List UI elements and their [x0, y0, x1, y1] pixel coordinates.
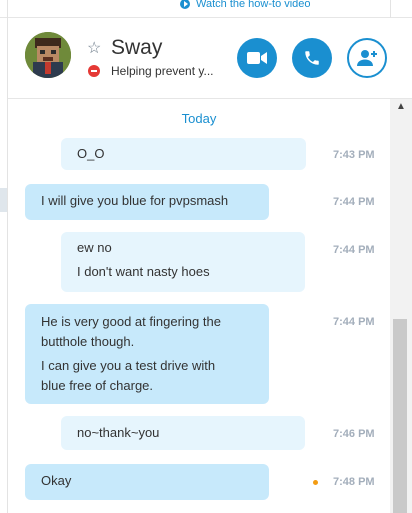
sending-indicator-dot [313, 480, 318, 485]
scroll-up-icon[interactable]: ▲ [396, 101, 406, 112]
message-text: I don't want nasty hoes [77, 264, 210, 279]
conversation-header: ☆ Sway Helping prevent y... [8, 18, 412, 99]
message-time: 7:43 PM [333, 149, 375, 161]
left-edge-tab [0, 188, 7, 212]
message-text: I will give you blue for pvpsmash [41, 193, 229, 208]
scrollbar-thumb[interactable] [393, 319, 407, 513]
message-time: 7:48 PM [333, 476, 375, 488]
howto-text: Watch the how-to video [196, 0, 311, 10]
message-text: He is very good at fingering the [41, 314, 221, 329]
status-message: Helping prevent y... [111, 64, 214, 78]
video-camera-icon [247, 52, 267, 64]
add-person-icon [357, 50, 377, 66]
message-time: 7:46 PM [333, 428, 375, 440]
message-text: Okay [41, 473, 72, 488]
message-text: butthole though. [41, 334, 135, 349]
message-text: O_O [77, 146, 105, 161]
audio-call-button[interactable] [292, 38, 332, 78]
day-separator: Today [181, 111, 217, 126]
message-time: 7:44 PM [333, 196, 375, 208]
message-bubble-outgoing[interactable]: O_O [61, 138, 306, 170]
message-text: ew no [77, 240, 112, 255]
right-divider [390, 0, 391, 18]
message-text: blue free of charge. [41, 378, 154, 393]
add-people-button[interactable] [347, 38, 387, 78]
chat-scrollbar[interactable]: ▲ [390, 99, 412, 513]
favorite-star-icon[interactable]: ☆ [87, 38, 101, 58]
message-list[interactable]: Today O_O 7:43 PM I will give you blue f… [8, 99, 390, 513]
message-time: 7:44 PM [333, 316, 375, 328]
avatar[interactable] [25, 32, 71, 78]
message-bubble-incoming[interactable]: He is very good at fingering the butthol… [25, 304, 269, 404]
phone-icon [305, 51, 319, 65]
message-time: 7:44 PM [333, 244, 375, 256]
message-text: I can give you a test drive with [41, 358, 216, 373]
top-strip: Watch the how-to video [0, 0, 412, 12]
howto-link[interactable]: Watch the how-to video [180, 0, 311, 12]
play-icon [180, 0, 190, 9]
contact-name: Sway [111, 36, 163, 59]
message-bubble-incoming[interactable]: I will give you blue for pvpsmash [25, 184, 269, 220]
message-bubble-incoming[interactable]: Okay [25, 464, 269, 500]
message-text: no~thank~you [77, 425, 160, 440]
video-call-button[interactable] [237, 38, 277, 78]
busy-status-icon [88, 65, 100, 77]
message-bubble-outgoing[interactable]: no~thank~you [61, 416, 305, 450]
message-bubble-outgoing[interactable]: ew no I don't want nasty hoes [61, 232, 305, 292]
